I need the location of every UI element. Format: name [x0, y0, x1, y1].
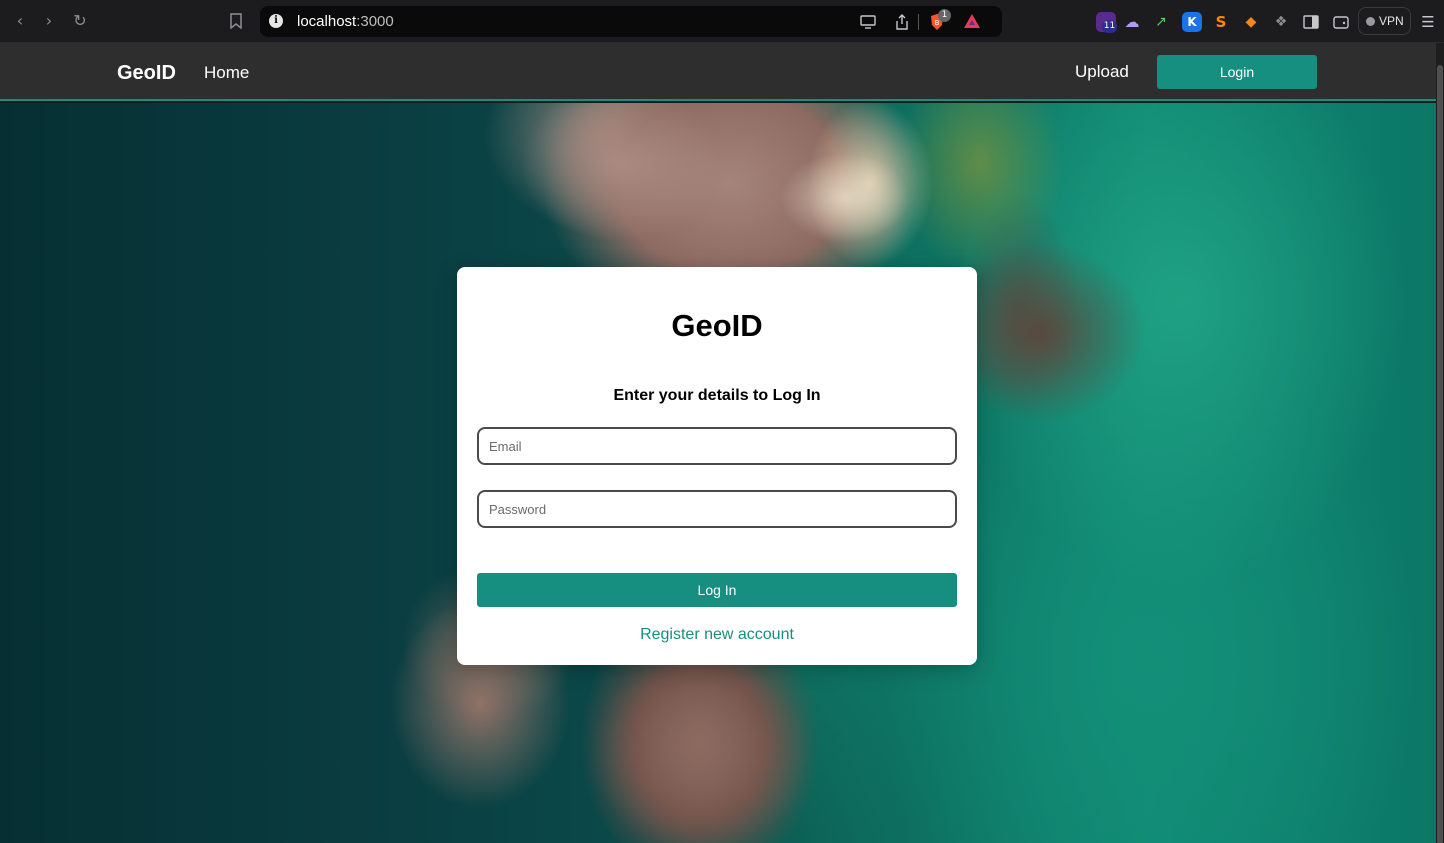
email-input[interactable]: [477, 427, 957, 465]
menu-icon[interactable]: ☰: [1418, 12, 1438, 32]
address-bar[interactable]: i localhost:3000 B 1: [260, 6, 1002, 37]
chart-extension-icon[interactable]: ↗: [1151, 12, 1171, 32]
browser-toolbar: ‹ › ↻ i localhost:3000 B 1 11 ☁ ↗ K S ◆ …: [0, 0, 1444, 43]
card-title: GeoID: [671, 308, 763, 343]
brave-shields-badge: 1: [938, 9, 951, 22]
reload-icon[interactable]: ↻: [71, 12, 89, 30]
extensions-puzzle-icon[interactable]: ❖: [1271, 12, 1291, 32]
address-divider: [918, 14, 919, 30]
sidebar-toggle-icon[interactable]: [1301, 12, 1321, 32]
k-extension-icon[interactable]: K: [1182, 12, 1202, 32]
sand-patch: [780, 153, 910, 243]
back-icon[interactable]: ‹: [11, 12, 29, 30]
s-extension-icon[interactable]: S: [1211, 12, 1231, 32]
brand-logo[interactable]: GeoID: [117, 62, 176, 85]
forward-icon[interactable]: ›: [40, 12, 58, 30]
login-submit-button[interactable]: Log In: [477, 573, 957, 607]
login-card: GeoID Enter your details to Log In Log I…: [457, 267, 977, 665]
site-info-icon[interactable]: i: [269, 14, 283, 28]
svg-text:B: B: [935, 19, 940, 27]
wallet-icon[interactable]: [1331, 12, 1351, 32]
url-text: localhost:3000: [297, 13, 394, 30]
nav-upload-link[interactable]: Upload: [1075, 62, 1129, 82]
vpn-button[interactable]: VPN: [1358, 7, 1411, 35]
page-scrollbar[interactable]: [1436, 43, 1444, 843]
boulder-field: [960, 193, 1080, 413]
rock-texture: [520, 103, 720, 243]
scrollbar-thumb[interactable]: [1437, 65, 1443, 843]
card-subtitle: Enter your details to Log In: [613, 387, 821, 404]
metamask-icon[interactable]: ◆: [1241, 12, 1261, 32]
extension-purple-icon[interactable]: 11: [1096, 12, 1117, 33]
brave-rewards-icon[interactable]: [963, 13, 981, 31]
site-header: GeoID Home Upload Login: [0, 43, 1436, 101]
lower-rock-right: [590, 653, 810, 843]
extension-badge: 11: [1102, 20, 1117, 33]
cast-icon[interactable]: [859, 13, 877, 31]
brave-shields-icon[interactable]: B 1: [928, 9, 951, 31]
password-input[interactable]: [477, 490, 957, 528]
register-link[interactable]: Register new account: [457, 626, 977, 644]
header-login-button[interactable]: Login: [1157, 55, 1317, 89]
nav-home-link[interactable]: Home: [204, 63, 249, 83]
share-icon[interactable]: [893, 13, 911, 31]
ghost-extension-icon[interactable]: ☁: [1122, 12, 1142, 32]
bookmark-icon[interactable]: [227, 12, 245, 30]
